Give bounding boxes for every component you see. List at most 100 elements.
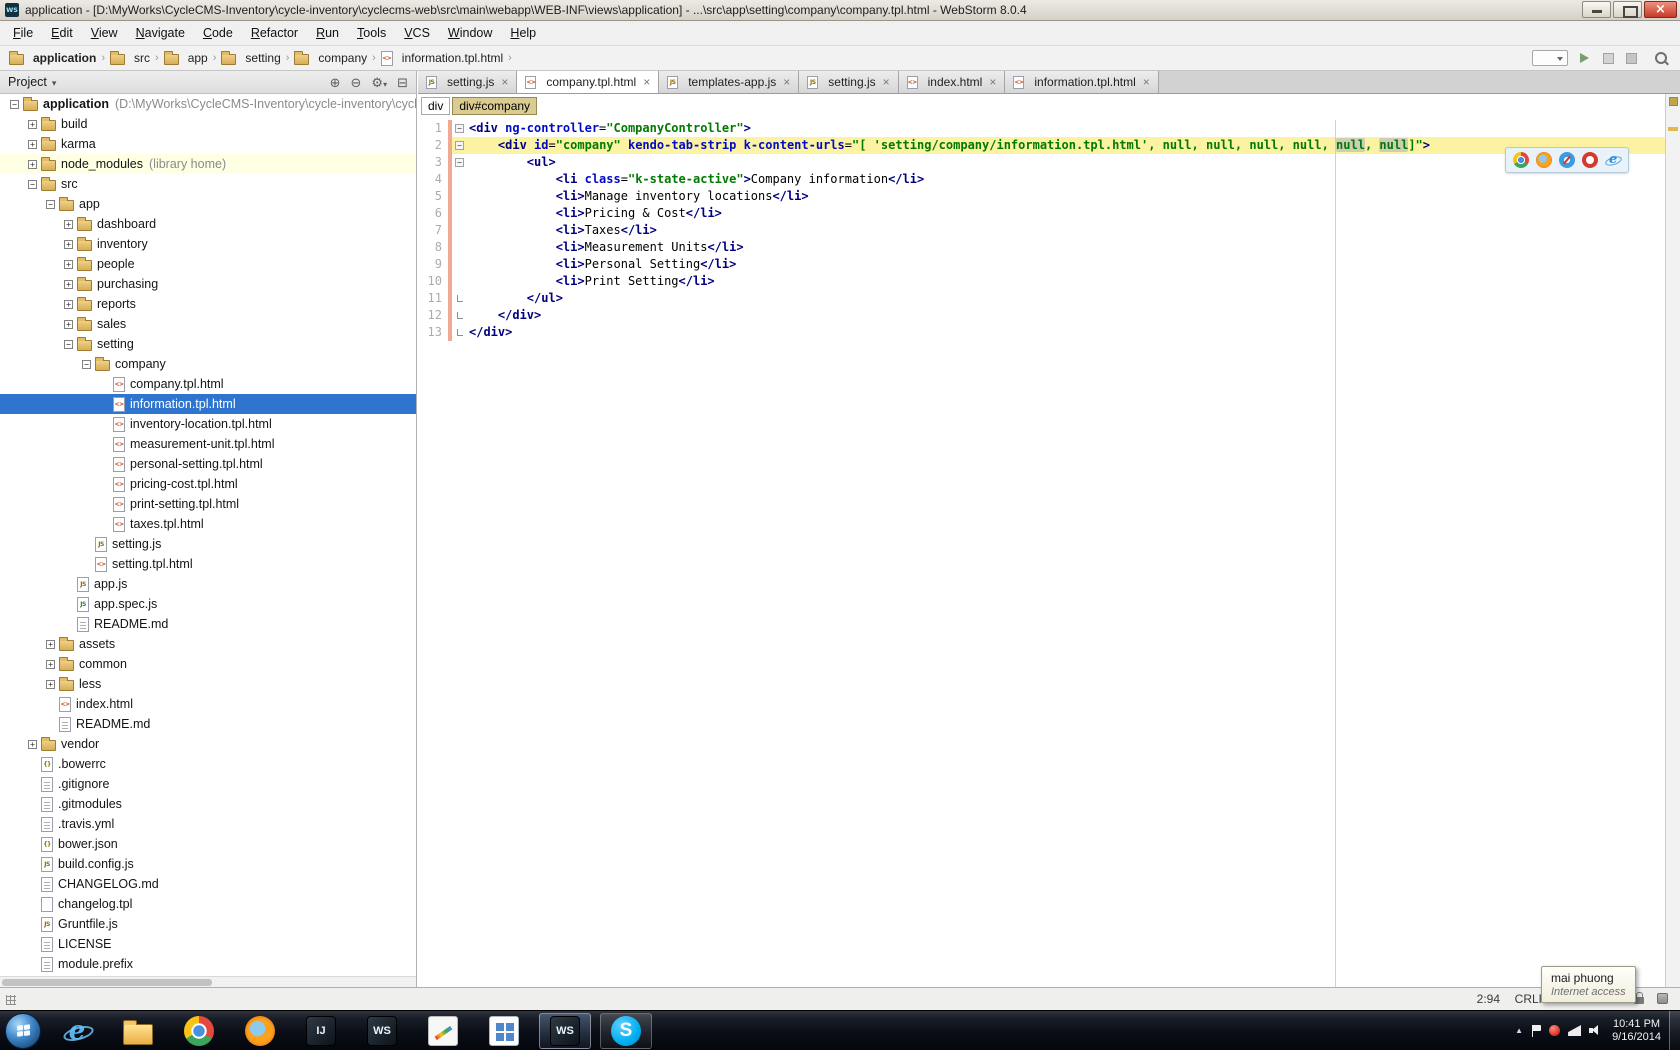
line-number[interactable]: 2 <box>418 137 448 154</box>
run-icon[interactable] <box>1580 53 1589 63</box>
code-line[interactable]: 2− <div id="company" kendo-tab-strip k-c… <box>418 137 1665 154</box>
code-line[interactable]: 5 <li>Manage inventory locations</li> <box>418 188 1665 205</box>
tree-expander-icon[interactable]: + <box>64 259 73 269</box>
warning-stripe-mark[interactable] <box>1668 127 1678 131</box>
code-line[interactable]: 13 </div> <box>418 324 1665 341</box>
tree-item-gitignore[interactable]: .gitignore <box>0 774 416 794</box>
breadcrumb-item-application[interactable]: application <box>8 50 97 65</box>
line-number[interactable]: 8 <box>418 239 448 256</box>
tag-breadcrumb-div-company[interactable]: div#company <box>452 97 538 115</box>
tree-item-inventory[interactable]: + inventory <box>0 234 416 254</box>
tree-expander-icon[interactable]: + <box>46 679 55 689</box>
line-number[interactable]: 11 <box>418 290 448 307</box>
tree-item-setting[interactable]: − setting <box>0 334 416 354</box>
tree-item-pricing-cost-tpl-html[interactable]: <> pricing-cost.tpl.html <box>0 474 416 494</box>
volume-icon[interactable] <box>1589 1025 1602 1036</box>
tree-item-license[interactable]: LICENSE <box>0 934 416 954</box>
notification-icon[interactable] <box>1549 1025 1561 1036</box>
maximize-button[interactable] <box>1613 1 1642 18</box>
start-button[interactable] <box>5 1012 41 1049</box>
tree-item-build-config-js[interactable]: JS build.config.js <box>0 854 416 874</box>
taskbar-webstorm-active[interactable]: WS <box>539 1012 591 1049</box>
tree-item-bower-json[interactable]: {} bower.json <box>0 834 416 854</box>
tab-templates-app-js[interactable]: JS templates-app.js × <box>659 71 800 93</box>
breadcrumb-item-company[interactable]: company <box>293 50 368 65</box>
tree-item-bowerrc[interactable]: {} .bowerrc <box>0 754 416 774</box>
settings-icon[interactable]: ⚙▾ <box>371 76 387 89</box>
show-desktop-button[interactable] <box>1669 1011 1680 1050</box>
taskbar-webstorm[interactable]: WS <box>356 1013 408 1049</box>
tree-item-index-html[interactable]: <> index.html <box>0 694 416 714</box>
menu-refactor[interactable]: Refactor <box>242 21 307 46</box>
hide-panel-icon[interactable]: ⊟ <box>397 76 408 89</box>
tree-item-setting-js[interactable]: JS setting.js <box>0 534 416 554</box>
close-tab-icon[interactable]: × <box>1143 75 1150 89</box>
tree-item-app[interactable]: − app <box>0 194 416 214</box>
code-line[interactable]: 1− <div ng-controller="CompanyController"… <box>418 120 1665 137</box>
tree-item-dashboard[interactable]: + dashboard <box>0 214 416 234</box>
stop-icon[interactable] <box>1626 52 1637 64</box>
tree-item-assets[interactable]: + assets <box>0 634 416 654</box>
tree-item-module-prefix[interactable]: module.prefix <box>0 954 416 974</box>
tree-item-travis-yml[interactable]: .travis.yml <box>0 814 416 834</box>
code-line[interactable]: 4 <li class="k-state-active">Company inf… <box>418 171 1665 188</box>
line-number[interactable]: 5 <box>418 188 448 205</box>
tree-expander-icon[interactable]: + <box>28 159 37 169</box>
menu-code[interactable]: Code <box>194 21 242 46</box>
tree-item-build[interactable]: + build <box>0 114 416 134</box>
tab-setting-js[interactable]: JS setting.js × <box>418 71 518 93</box>
inspector-icon[interactable] <box>1657 993 1668 1004</box>
caret-position[interactable]: 2:94 <box>1477 992 1500 1006</box>
tree-item-less[interactable]: + less <box>0 674 416 694</box>
code-line[interactable]: 3− <ul> <box>418 154 1665 171</box>
close-tab-icon[interactable]: × <box>501 75 508 89</box>
line-number[interactable]: 3 <box>418 154 448 171</box>
scrollbar-thumb[interactable] <box>2 979 212 986</box>
close-tab-icon[interactable]: × <box>783 75 790 89</box>
tree-item-setting-tpl-html[interactable]: <> setting.tpl.html <box>0 554 416 574</box>
fold-icon[interactable]: − <box>455 141 464 150</box>
code-line[interactable]: 8 <li>Measurement Units</li> <box>418 239 1665 256</box>
menu-window[interactable]: Window <box>439 21 501 46</box>
tree-expander-icon[interactable]: + <box>64 279 73 289</box>
fold-end-icon[interactable] <box>456 312 463 319</box>
project-panel-title[interactable]: Project ▾ <box>8 75 56 89</box>
fold-end-icon[interactable] <box>456 295 463 302</box>
taskbar-skype[interactable]: S <box>600 1012 652 1049</box>
tree-expander-icon[interactable]: − <box>28 179 37 189</box>
project-horizontal-scrollbar[interactable] <box>0 976 416 987</box>
menu-navigate[interactable]: Navigate <box>127 21 194 46</box>
tree-item-gruntfile-js[interactable]: JS Gruntfile.js <box>0 914 416 934</box>
tree-item-application[interactable]: − application (D:\MyWorks\CycleCMS-Invento… <box>0 94 416 114</box>
code-line[interactable]: 7 <li>Taxes</li> <box>418 222 1665 239</box>
tree-item-common[interactable]: + common <box>0 654 416 674</box>
line-number[interactable]: 4 <box>418 171 448 188</box>
tree-item-personal-setting-tpl-html[interactable]: <> personal-setting.tpl.html <box>0 454 416 474</box>
locate-icon[interactable]: ⊕ <box>330 76 341 89</box>
tree-expander-icon[interactable]: + <box>28 119 37 129</box>
minimize-button[interactable] <box>1582 1 1611 18</box>
tree-expander-icon[interactable]: + <box>64 299 73 309</box>
menu-tools[interactable]: Tools <box>348 21 395 46</box>
tree-item-readme-md[interactable]: README.md <box>0 614 416 634</box>
line-number[interactable]: 6 <box>418 205 448 222</box>
breadcrumb-item-app[interactable]: app <box>163 50 209 65</box>
close-button[interactable] <box>1644 1 1677 18</box>
safari-icon[interactable] <box>1559 152 1575 168</box>
breadcrumb-item-setting[interactable]: setting <box>220 50 281 65</box>
tree-item-vendor[interactable]: + vendor <box>0 734 416 754</box>
line-number[interactable]: 12 <box>418 307 448 324</box>
tree-item-readme-md[interactable]: README.md <box>0 714 416 734</box>
tab-company-tpl-html[interactable]: <> company.tpl.html × <box>517 71 660 93</box>
tree-item-purchasing[interactable]: + purchasing <box>0 274 416 294</box>
tag-breadcrumb-div[interactable]: div <box>421 97 451 115</box>
fold-icon[interactable]: − <box>455 124 464 133</box>
taskbar-windows-explorer[interactable] <box>112 1013 164 1049</box>
tab-information-tpl-html[interactable]: <> information.tpl.html × <box>1005 71 1159 93</box>
hidden-icons-chevron[interactable]: ▲ <box>1515 1026 1523 1035</box>
tree-item-karma[interactable]: + karma <box>0 134 416 154</box>
tab-index-html[interactable]: <> index.html × <box>898 71 1006 93</box>
tab-setting-js[interactable]: JS setting.js × <box>799 71 899 93</box>
tree-item-changelog-tpl[interactable]: changelog.tpl <box>0 894 416 914</box>
collapse-all-icon[interactable]: ⊖ <box>351 76 362 89</box>
